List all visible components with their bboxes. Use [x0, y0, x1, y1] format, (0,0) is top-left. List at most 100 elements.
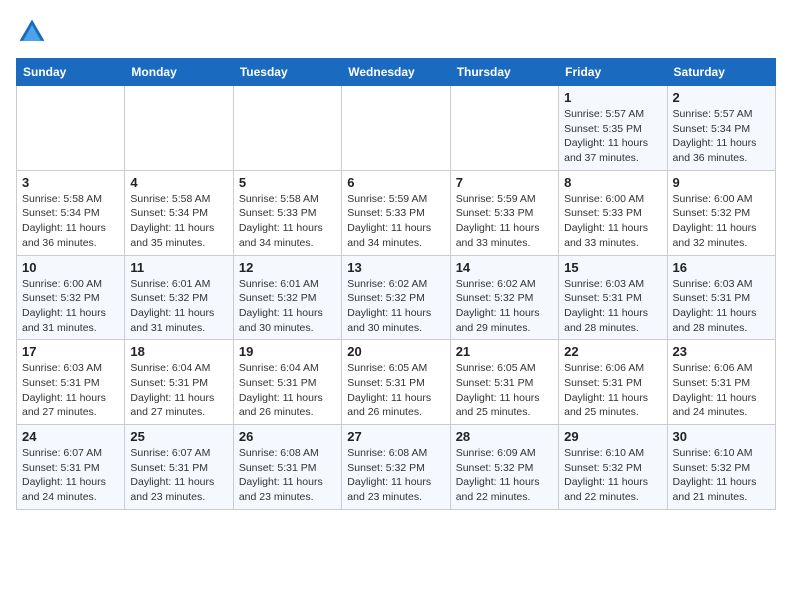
day-number: 19: [239, 344, 336, 359]
day-number: 17: [22, 344, 119, 359]
page-header: [16, 16, 776, 48]
day-detail: Sunrise: 5:59 AM Sunset: 5:33 PM Dayligh…: [347, 192, 444, 251]
calendar-cell: 19 Sunrise: 6:04 AM Sunset: 5:31 PM Dayli…: [233, 340, 341, 425]
calendar-cell: 27Sunrise: 6:08 AM Sunset: 5:32 PM Dayli…: [342, 425, 450, 510]
day-detail: Sunrise: 6:10 AM Sunset: 5:32 PM Dayligh…: [673, 446, 770, 505]
calendar-cell: 3 Sunrise: 5:58 AM Sunset: 5:34 PM Daylig…: [17, 170, 125, 255]
calendar-week-row: 3 Sunrise: 5:58 AM Sunset: 5:34 PM Daylig…: [17, 170, 776, 255]
day-number: 2: [673, 90, 770, 105]
day-number: 1: [564, 90, 661, 105]
day-number: 22: [564, 344, 661, 359]
day-header-thursday: Thursday: [450, 59, 558, 86]
day-number: 5: [239, 175, 336, 190]
day-detail: Sunrise: 6:03 AM Sunset: 5:31 PM Dayligh…: [564, 277, 661, 336]
day-detail: Sunrise: 5:59 AM Sunset: 5:33 PM Dayligh…: [456, 192, 553, 251]
day-detail: Sunrise: 6:04 AM Sunset: 5:31 PM Dayligh…: [130, 361, 227, 420]
calendar-cell: 6 Sunrise: 5:59 AM Sunset: 5:33 PM Daylig…: [342, 170, 450, 255]
day-detail: Sunrise: 5:58 AM Sunset: 5:34 PM Dayligh…: [22, 192, 119, 251]
calendar-cell: [17, 86, 125, 171]
calendar-cell: [233, 86, 341, 171]
calendar-cell: 25Sunrise: 6:07 AM Sunset: 5:31 PM Dayli…: [125, 425, 233, 510]
calendar-cell: 21 Sunrise: 6:05 AM Sunset: 5:31 PM Dayli…: [450, 340, 558, 425]
calendar-cell: 12 Sunrise: 6:01 AM Sunset: 5:32 PM Dayli…: [233, 255, 341, 340]
day-detail: Sunrise: 6:06 AM Sunset: 5:31 PM Dayligh…: [564, 361, 661, 420]
day-detail: Sunrise: 6:04 AM Sunset: 5:31 PM Dayligh…: [239, 361, 336, 420]
day-detail: Sunrise: 6:02 AM Sunset: 5:32 PM Dayligh…: [347, 277, 444, 336]
day-number: 8: [564, 175, 661, 190]
calendar-cell: 16Sunrise: 6:03 AM Sunset: 5:31 PM Dayli…: [667, 255, 775, 340]
calendar-header-row: SundayMondayTuesdayWednesdayThursdayFrid…: [17, 59, 776, 86]
calendar-cell: 9 Sunrise: 6:00 AM Sunset: 5:32 PM Daylig…: [667, 170, 775, 255]
day-number: 23: [673, 344, 770, 359]
calendar-cell: 26Sunrise: 6:08 AM Sunset: 5:31 PM Dayli…: [233, 425, 341, 510]
day-detail: Sunrise: 6:02 AM Sunset: 5:32 PM Dayligh…: [456, 277, 553, 336]
day-detail: Sunrise: 6:01 AM Sunset: 5:32 PM Dayligh…: [130, 277, 227, 336]
calendar-cell: 29 Sunrise: 6:10 AM Sunset: 5:32 PM Dayli…: [559, 425, 667, 510]
calendar-cell: 24 Sunrise: 6:07 AM Sunset: 5:31 PM Dayli…: [17, 425, 125, 510]
day-number: 11: [130, 260, 227, 275]
calendar-cell: 1 Sunrise: 5:57 AM Sunset: 5:35 PM Daylig…: [559, 86, 667, 171]
day-number: 13: [347, 260, 444, 275]
day-number: 18: [130, 344, 227, 359]
day-number: 9: [673, 175, 770, 190]
day-detail: Sunrise: 6:05 AM Sunset: 5:31 PM Dayligh…: [347, 361, 444, 420]
day-detail: Sunrise: 6:01 AM Sunset: 5:32 PM Dayligh…: [239, 277, 336, 336]
calendar-cell: 20 Sunrise: 6:05 AM Sunset: 5:31 PM Dayli…: [342, 340, 450, 425]
calendar-cell: 18 Sunrise: 6:04 AM Sunset: 5:31 PM Dayli…: [125, 340, 233, 425]
calendar-cell: 13 Sunrise: 6:02 AM Sunset: 5:32 PM Dayli…: [342, 255, 450, 340]
calendar-cell: 7 Sunrise: 5:59 AM Sunset: 5:33 PM Daylig…: [450, 170, 558, 255]
calendar-cell: 15 Sunrise: 6:03 AM Sunset: 5:31 PM Dayli…: [559, 255, 667, 340]
day-number: 15: [564, 260, 661, 275]
day-detail: Sunrise: 6:00 AM Sunset: 5:32 PM Dayligh…: [22, 277, 119, 336]
day-number: 28: [456, 429, 553, 444]
calendar-cell: 5 Sunrise: 5:58 AM Sunset: 5:33 PM Daylig…: [233, 170, 341, 255]
day-number: 4: [130, 175, 227, 190]
day-number: 24: [22, 429, 119, 444]
calendar-table: SundayMondayTuesdayWednesdayThursdayFrid…: [16, 58, 776, 510]
day-detail: Sunrise: 6:00 AM Sunset: 5:33 PM Dayligh…: [564, 192, 661, 251]
calendar-cell: 17 Sunrise: 6:03 AM Sunset: 5:31 PM Dayli…: [17, 340, 125, 425]
day-detail: Sunrise: 5:57 AM Sunset: 5:35 PM Dayligh…: [564, 107, 661, 166]
calendar-cell: 8 Sunrise: 6:00 AM Sunset: 5:33 PM Daylig…: [559, 170, 667, 255]
logo-icon: [16, 16, 48, 48]
day-number: 7: [456, 175, 553, 190]
calendar-cell: [450, 86, 558, 171]
day-detail: Sunrise: 6:08 AM Sunset: 5:31 PM Dayligh…: [239, 446, 336, 505]
day-detail: Sunrise: 6:07 AM Sunset: 5:31 PM Dayligh…: [22, 446, 119, 505]
calendar-cell: [342, 86, 450, 171]
calendar-cell: 10 Sunrise: 6:00 AM Sunset: 5:32 PM Dayli…: [17, 255, 125, 340]
day-number: 25: [130, 429, 227, 444]
day-number: 30: [673, 429, 770, 444]
day-header-tuesday: Tuesday: [233, 59, 341, 86]
day-number: 10: [22, 260, 119, 275]
calendar-week-row: 10 Sunrise: 6:00 AM Sunset: 5:32 PM Dayli…: [17, 255, 776, 340]
day-number: 21: [456, 344, 553, 359]
calendar-cell: [125, 86, 233, 171]
day-number: 29: [564, 429, 661, 444]
day-header-saturday: Saturday: [667, 59, 775, 86]
logo: [16, 16, 52, 48]
calendar-cell: 2Sunrise: 5:57 AM Sunset: 5:34 PM Daylig…: [667, 86, 775, 171]
day-detail: Sunrise: 5:58 AM Sunset: 5:33 PM Dayligh…: [239, 192, 336, 251]
day-detail: Sunrise: 6:10 AM Sunset: 5:32 PM Dayligh…: [564, 446, 661, 505]
calendar-cell: 28 Sunrise: 6:09 AM Sunset: 5:32 PM Dayli…: [450, 425, 558, 510]
calendar-cell: 14 Sunrise: 6:02 AM Sunset: 5:32 PM Dayli…: [450, 255, 558, 340]
calendar-week-row: 24 Sunrise: 6:07 AM Sunset: 5:31 PM Dayli…: [17, 425, 776, 510]
day-detail: Sunrise: 6:06 AM Sunset: 5:31 PM Dayligh…: [673, 361, 770, 420]
day-detail: Sunrise: 6:09 AM Sunset: 5:32 PM Dayligh…: [456, 446, 553, 505]
day-detail: Sunrise: 6:03 AM Sunset: 5:31 PM Dayligh…: [22, 361, 119, 420]
day-detail: Sunrise: 6:05 AM Sunset: 5:31 PM Dayligh…: [456, 361, 553, 420]
day-number: 3: [22, 175, 119, 190]
day-number: 20: [347, 344, 444, 359]
calendar-cell: 4 Sunrise: 5:58 AM Sunset: 5:34 PM Daylig…: [125, 170, 233, 255]
day-header-monday: Monday: [125, 59, 233, 86]
day-number: 14: [456, 260, 553, 275]
calendar-cell: 11 Sunrise: 6:01 AM Sunset: 5:32 PM Dayli…: [125, 255, 233, 340]
calendar-week-row: 17 Sunrise: 6:03 AM Sunset: 5:31 PM Dayli…: [17, 340, 776, 425]
calendar-cell: 22 Sunrise: 6:06 AM Sunset: 5:31 PM Dayli…: [559, 340, 667, 425]
day-number: 12: [239, 260, 336, 275]
day-detail: Sunrise: 6:00 AM Sunset: 5:32 PM Dayligh…: [673, 192, 770, 251]
day-number: 6: [347, 175, 444, 190]
calendar-cell: 30 Sunrise: 6:10 AM Sunset: 5:32 PM Dayli…: [667, 425, 775, 510]
day-detail: Sunrise: 5:58 AM Sunset: 5:34 PM Dayligh…: [130, 192, 227, 251]
